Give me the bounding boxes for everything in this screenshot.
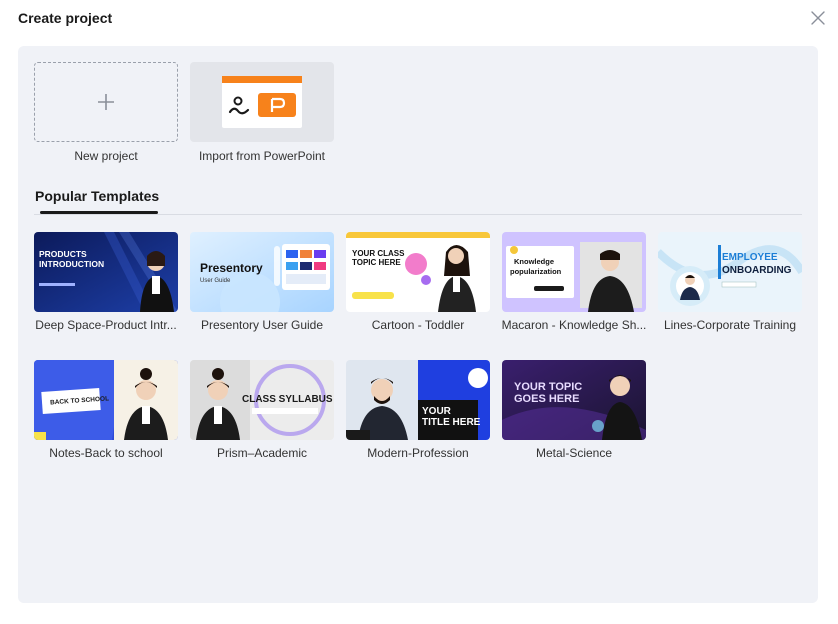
thumb-title: Knowledge xyxy=(514,257,554,266)
template-name: Lines-Corporate Training xyxy=(663,318,797,332)
template-thumbnail: BACK TO SCHOOL xyxy=(34,360,178,440)
svg-text:popularization: popularization xyxy=(510,267,562,276)
thumb-title: YOUR TOPIC xyxy=(514,381,582,393)
powerpoint-icon xyxy=(222,76,302,128)
thumb-title: PRODUCTS xyxy=(39,249,87,259)
svg-text:GOES HERE: GOES HERE xyxy=(514,393,579,405)
popular-templates-heading: Popular Templates xyxy=(35,188,160,204)
active-tab-underline xyxy=(40,211,158,214)
template-name: Prism–Academic xyxy=(216,446,308,460)
svg-text:INTRODUCTION: INTRODUCTION xyxy=(39,259,104,269)
content-panel: New project Import from PowerPoint Popul… xyxy=(18,46,818,603)
import-powerpoint-label: Import from PowerPoint xyxy=(198,149,326,163)
svg-text:User Guide: User Guide xyxy=(200,278,231,284)
template-card-notes-back-to-school[interactable]: BACK TO SCHOOL Notes-Back to school xyxy=(34,360,178,460)
close-icon[interactable] xyxy=(808,8,828,28)
template-name: Notes-Back to school xyxy=(49,446,163,460)
svg-text:TITLE HERE: TITLE HERE xyxy=(422,417,481,428)
template-name: Cartoon - Toddler xyxy=(371,318,465,332)
template-card-cartoon-toddler[interactable]: YOUR CLASS TOPIC HERE Cartoon - Toddler xyxy=(346,232,490,332)
template-thumbnail: Presentory User Guide xyxy=(190,232,334,312)
template-card-presentory[interactable]: Presentory User Guide Presentory User Gu… xyxy=(190,232,334,332)
template-name: Deep Space-Product Intr... xyxy=(35,318,177,332)
template-thumbnail: EMPLOYEE ONBOARDING xyxy=(658,232,802,312)
template-card-lines-corporate[interactable]: EMPLOYEE ONBOARDING Lines-Corporate Trai… xyxy=(658,232,802,332)
svg-text:ONBOARDING: ONBOARDING xyxy=(722,265,792,276)
thumb-title: Presentory xyxy=(200,261,263,275)
template-card-prism-academic[interactable]: CLASS SYLLABUS Prism–Academic xyxy=(190,360,334,460)
template-name: Presentory User Guide xyxy=(200,318,324,332)
template-name: Metal-Science xyxy=(535,446,613,460)
template-card-metal-science[interactable]: YOUR TOPIC GOES HERE Metal-Science xyxy=(502,360,646,460)
template-name: Macaron - Knowledge Sh... xyxy=(501,318,647,332)
dialog-title: Create project xyxy=(18,10,113,26)
plus-icon xyxy=(98,94,114,110)
new-project-button[interactable] xyxy=(34,62,178,142)
new-project-label: New project xyxy=(74,149,138,163)
thumb-title: YOUR CLASS xyxy=(352,249,405,258)
svg-text:TOPIC HERE: TOPIC HERE xyxy=(352,258,401,267)
template-thumbnail: YOUR CLASS TOPIC HERE xyxy=(346,232,490,312)
template-name: Modern-Profession xyxy=(367,446,469,460)
import-powerpoint-button[interactable] xyxy=(190,62,334,142)
template-card-deep-space[interactable]: PRODUCTS INTRODUCTION Deep Space-Product… xyxy=(34,232,178,332)
template-card-modern-profession[interactable]: YOUR TITLE HERE Modern-Profession xyxy=(346,360,490,460)
template-thumbnail: PRODUCTS INTRODUCTION xyxy=(34,232,178,312)
create-project-dialog: Create project New project Import from P… xyxy=(0,0,838,624)
template-card-macaron[interactable]: Knowledge popularization Macaron - Knowl… xyxy=(502,232,646,332)
thumb-title: CLASS SYLLABUS xyxy=(242,394,333,405)
template-thumbnail: YOUR TOPIC GOES HERE xyxy=(502,360,646,440)
thumb-title: YOUR xyxy=(422,406,452,417)
template-thumbnail: CLASS SYLLABUS xyxy=(190,360,334,440)
thumb-title: EMPLOYEE xyxy=(722,252,778,263)
template-thumbnail: Knowledge popularization xyxy=(502,232,646,312)
template-thumbnail: YOUR TITLE HERE xyxy=(346,360,490,440)
section-divider xyxy=(34,214,802,215)
